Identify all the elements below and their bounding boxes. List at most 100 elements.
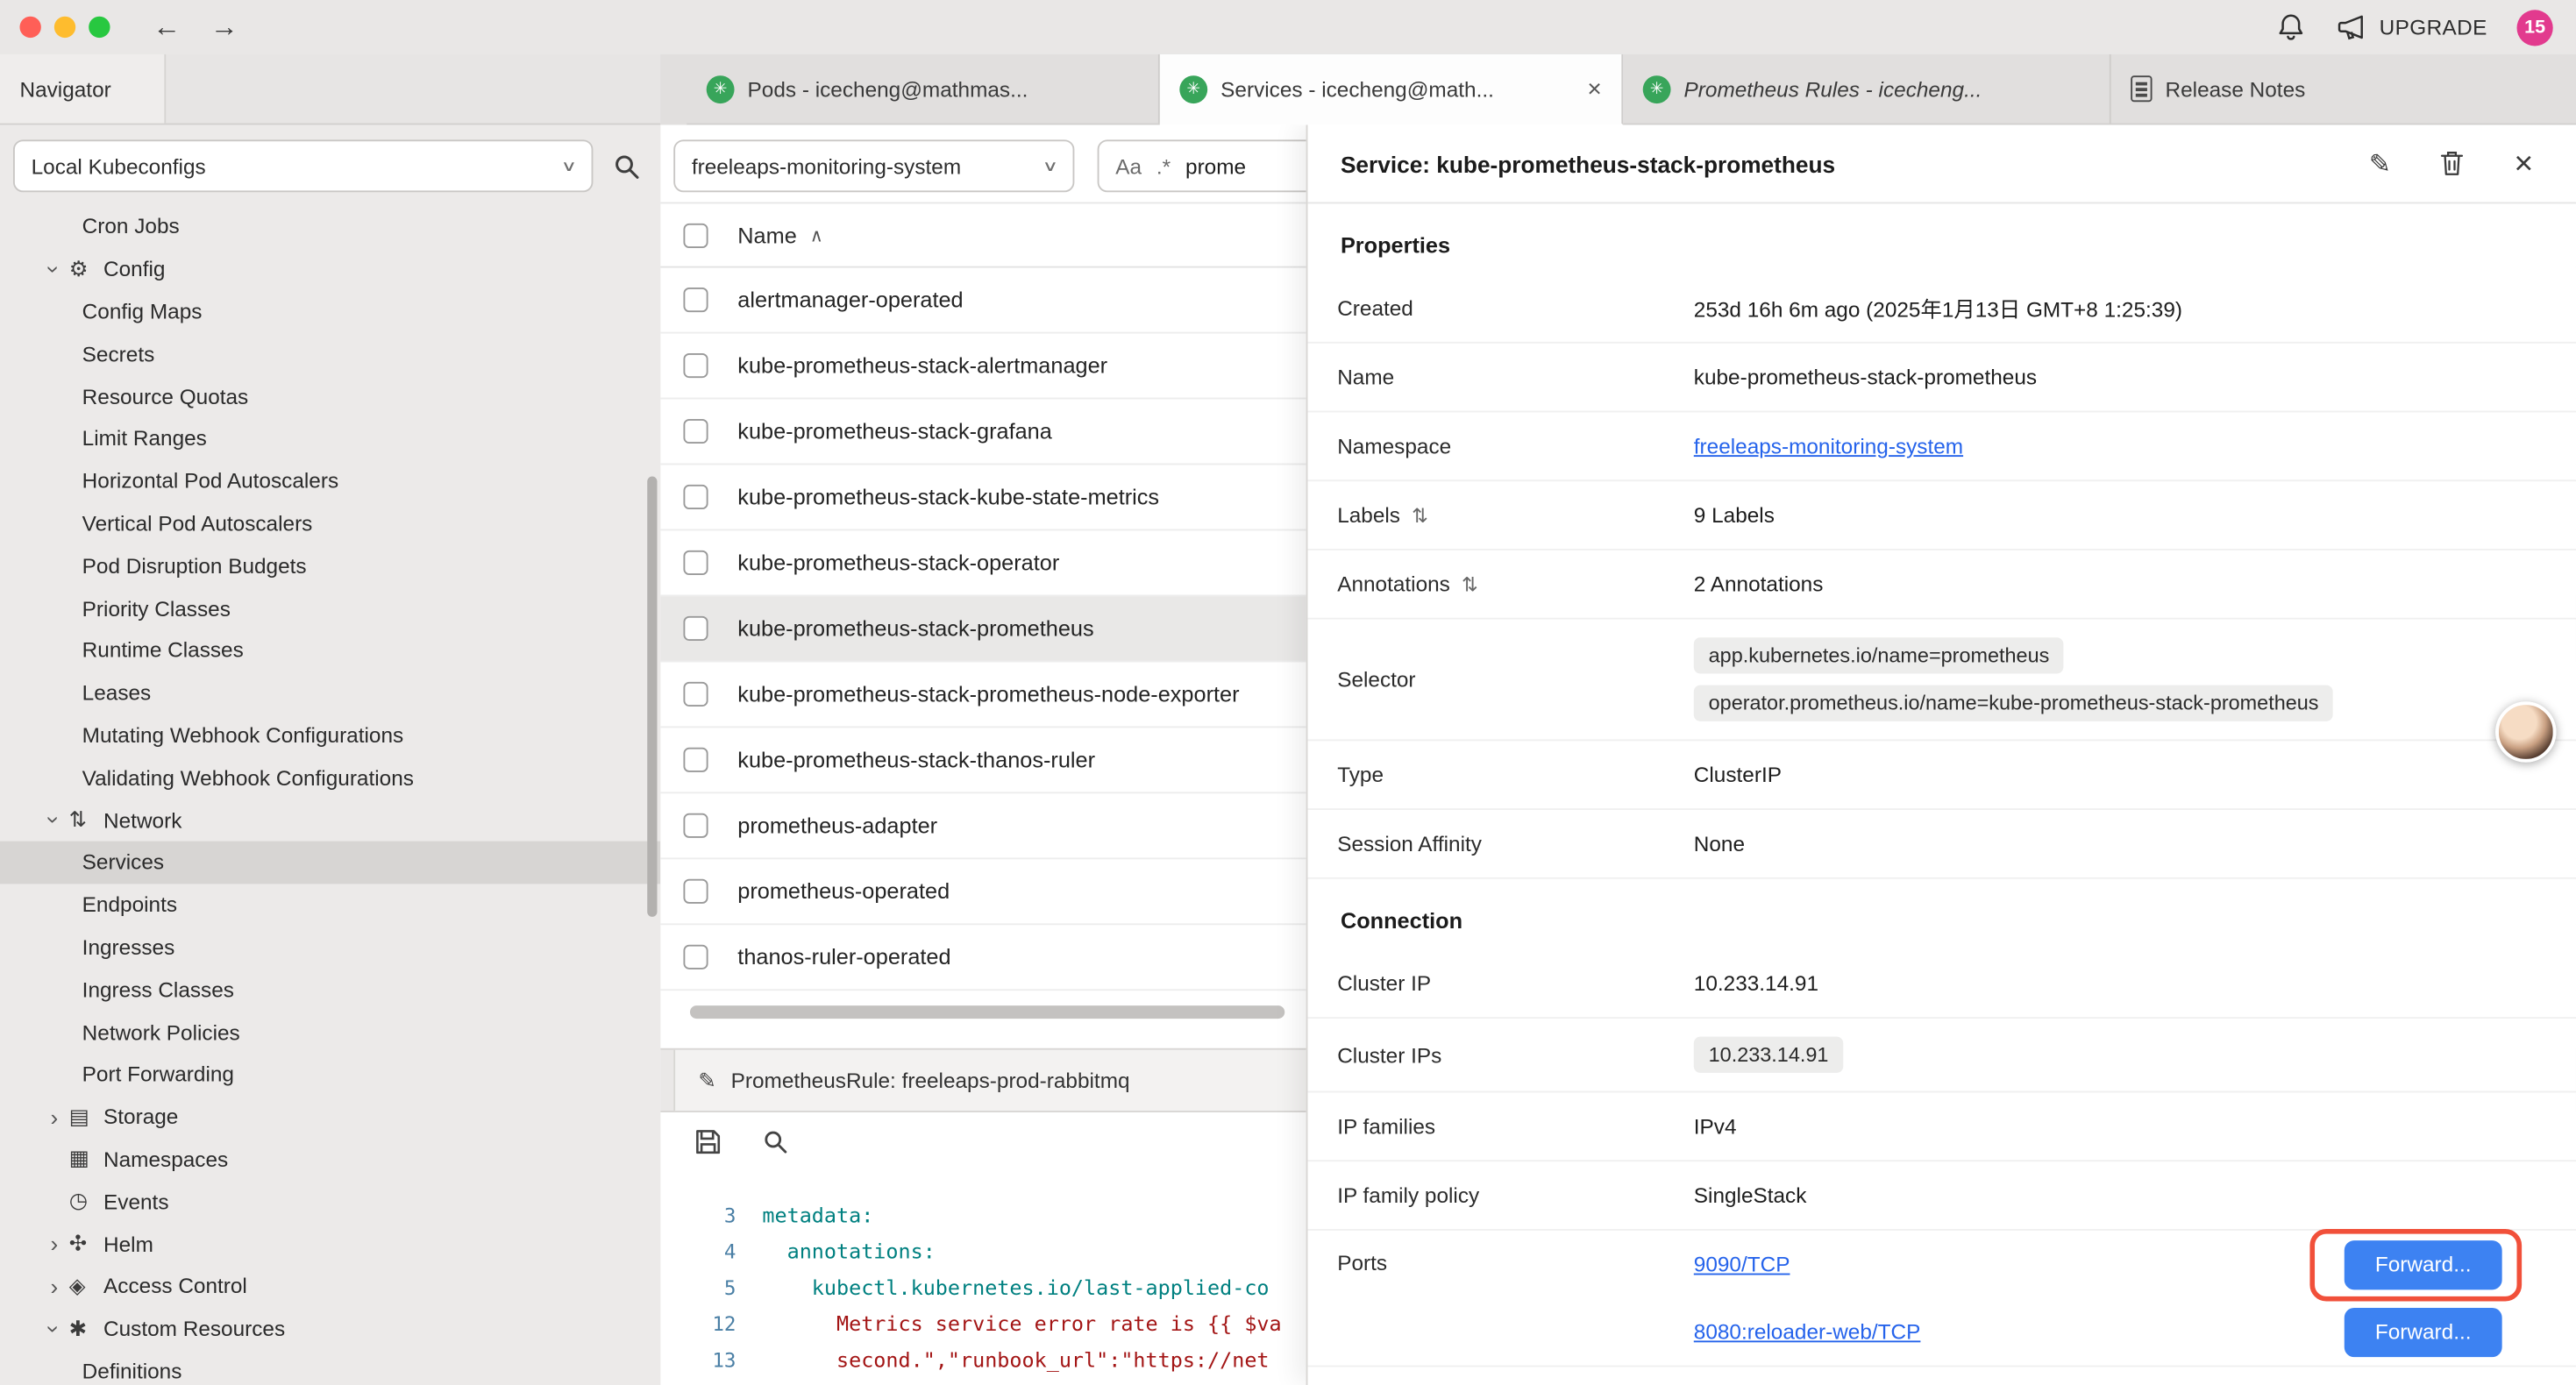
sidebar-item-runtime-classes[interactable]: Runtime Classes bbox=[0, 629, 660, 671]
forward-button[interactable]: Forward... bbox=[2345, 1307, 2502, 1356]
port-link-8080-reloader-web-tcp[interactable]: 8080:reloader-web/TCP bbox=[1694, 1319, 1921, 1344]
resource-name: thanos-ruler-operated bbox=[737, 945, 950, 970]
close-window-button[interactable] bbox=[19, 17, 40, 38]
tab-strip: ✳Pods - icecheng@mathmas...✳Services - i… bbox=[660, 54, 2576, 125]
sidebar-item-definitions[interactable]: Definitions bbox=[0, 1350, 660, 1385]
forward-button[interactable]: Forward... bbox=[2345, 1239, 2502, 1289]
sidebar-item-label: Access Control bbox=[103, 1274, 247, 1298]
chevron-right-icon[interactable]: › bbox=[39, 1273, 69, 1299]
sidebar-top: Local Kubeconfigs ∨ bbox=[0, 124, 660, 202]
code-text: annotations: bbox=[762, 1234, 935, 1270]
sidebar-item-network-policies[interactable]: Network Policies bbox=[0, 1011, 660, 1053]
port-link-9090-tcp[interactable]: 9090/TCP bbox=[1694, 1252, 1790, 1276]
sidebar-item-priority-classes[interactable]: Priority Classes bbox=[0, 586, 660, 629]
namespace-selector-value: freeleaps-monitoring-system bbox=[692, 153, 961, 178]
sidebar-item-namespaces[interactable]: ›▦Namespaces bbox=[0, 1138, 660, 1180]
sidebar-item-ingress-classes[interactable]: Ingress Classes bbox=[0, 969, 660, 1011]
sidebar-item-network[interactable]: ›⇅Network bbox=[0, 799, 660, 841]
expand-toggle-icon[interactable]: ⇅ bbox=[1412, 503, 1428, 526]
row-checkbox[interactable] bbox=[683, 353, 708, 378]
forward-button-nav[interactable]: → bbox=[210, 11, 238, 43]
sidebar-item-limit-ranges[interactable]: Limit Ranges bbox=[0, 417, 660, 459]
kubernetes-icon: ✳ bbox=[1179, 75, 1207, 103]
tab-services-icecheng-math[interactable]: ✳Services - icecheng@math...× bbox=[1160, 54, 1623, 125]
tab-pods-icecheng-mathmas[interactable]: ✳Pods - icecheng@mathmas... bbox=[687, 54, 1160, 125]
row-checkbox[interactable] bbox=[683, 748, 708, 772]
row-checkbox[interactable] bbox=[683, 945, 708, 970]
sidebar-item-config-maps[interactable]: Config Maps bbox=[0, 290, 660, 332]
value-link-freeleaps-monitoring-system[interactable]: freeleaps-monitoring-system bbox=[1694, 434, 1963, 458]
sidebar-item-custom-resources[interactable]: ›✱Custom Resources bbox=[0, 1307, 660, 1349]
sidebar-item-services[interactable]: Services bbox=[0, 842, 660, 884]
minimize-window-button[interactable] bbox=[54, 17, 75, 38]
kubeconfig-selector[interactable]: Local Kubeconfigs ∨ bbox=[13, 139, 593, 192]
sidebar-item-validating-webhook-configurations[interactable]: Validating Webhook Configurations bbox=[0, 756, 660, 799]
chevron-right-icon[interactable]: › bbox=[39, 1104, 69, 1130]
tab-prometheus-rules-icecheng[interactable]: ✳Prometheus Rules - icecheng... bbox=[1623, 54, 2110, 125]
match-case-toggle[interactable]: Aa bbox=[1115, 153, 1142, 178]
sidebar-item-endpoints[interactable]: Endpoints bbox=[0, 884, 660, 926]
editor-tab-prometheusrule-freeleaps-prod-rabbitmq[interactable]: ✎PrometheusRule: freeleaps-prod-rabbitmq bbox=[673, 1050, 1324, 1111]
sidebar-item-ingresses[interactable]: Ingresses bbox=[0, 926, 660, 968]
regex-toggle[interactable]: .* bbox=[1156, 153, 1171, 178]
maximize-window-button[interactable] bbox=[89, 17, 110, 38]
sidebar-item-resource-quotas[interactable]: Resource Quotas bbox=[0, 375, 660, 417]
expand-toggle-icon[interactable]: ⇅ bbox=[1462, 572, 1478, 595]
app-window: ← → UPGRADE 15 Navigator ✳Pods - icechen… bbox=[0, 0, 2576, 1385]
chevron-right-icon[interactable]: › bbox=[39, 1231, 69, 1257]
sidebar-item-cron-jobs[interactable]: Cron Jobs bbox=[0, 205, 660, 247]
sidebar-item-config[interactable]: ›⚙Config bbox=[0, 248, 660, 290]
row-checkbox[interactable] bbox=[683, 288, 708, 312]
sidebar-item-helm[interactable]: ›✣Helm bbox=[0, 1223, 660, 1265]
sidebar-item-vertical-pod-autoscalers[interactable]: Vertical Pod Autoscalers bbox=[0, 502, 660, 544]
user-avatar[interactable] bbox=[2495, 701, 2556, 762]
resource-name: kube-prometheus-stack-thanos-ruler bbox=[737, 748, 1095, 772]
chevron-down-icon[interactable]: › bbox=[41, 805, 68, 835]
sidebar-item-mutating-webhook-configurations[interactable]: Mutating Webhook Configurations bbox=[0, 714, 660, 756]
sidebar-item-label: Events bbox=[103, 1189, 168, 1213]
row-checkbox[interactable] bbox=[683, 485, 708, 509]
tab-release-notes[interactable]: Release Notes bbox=[2111, 54, 2576, 125]
chevron-down-icon[interactable]: › bbox=[41, 254, 68, 284]
sort-ascending-icon[interactable]: ∧ bbox=[810, 224, 823, 245]
tab-navigator[interactable]: Navigator bbox=[0, 54, 166, 124]
sidebar-item-label: Network Policies bbox=[82, 1019, 240, 1044]
row-checkbox[interactable] bbox=[683, 616, 708, 641]
navigator-tab-label: Navigator bbox=[19, 76, 110, 101]
editor-search-icon[interactable] bbox=[762, 1129, 788, 1155]
namespace-selector[interactable]: freeleaps-monitoring-system ∨ bbox=[673, 139, 1074, 192]
close-icon[interactable]: × bbox=[1574, 75, 1601, 103]
sidebar-item-leases[interactable]: Leases bbox=[0, 671, 660, 714]
notification-count-badge[interactable]: 15 bbox=[2517, 9, 2553, 45]
property-label: Namespace bbox=[1337, 434, 1451, 458]
chevron-down-icon[interactable]: › bbox=[41, 1314, 68, 1344]
scrollbar-thumb[interactable] bbox=[690, 1005, 1284, 1019]
column-header-name[interactable]: Name bbox=[737, 223, 796, 247]
row-checkbox[interactable] bbox=[683, 550, 708, 575]
notifications-bell-icon[interactable] bbox=[2276, 11, 2308, 43]
helm-icon: ✣ bbox=[69, 1231, 103, 1257]
upgrade-button[interactable]: UPGRADE bbox=[2337, 13, 2487, 41]
sidebar-item-horizontal-pod-autoscalers[interactable]: Horizontal Pod Autoscalers bbox=[0, 459, 660, 501]
resource-name: kube-prometheus-stack-grafana bbox=[737, 419, 1052, 444]
sidebar-scrollbar[interactable] bbox=[647, 477, 657, 917]
sidebar-item-secrets[interactable]: Secrets bbox=[0, 332, 660, 374]
sidebar-item-pod-disruption-budgets[interactable]: Pod Disruption Budgets bbox=[0, 544, 660, 586]
back-button[interactable]: ← bbox=[153, 11, 181, 43]
property-label: Labels bbox=[1337, 503, 1400, 528]
sidebar-search-icon[interactable] bbox=[613, 152, 641, 180]
gear-icon: ⚙ bbox=[69, 256, 103, 282]
row-checkbox[interactable] bbox=[683, 813, 708, 838]
trash-icon[interactable] bbox=[2440, 150, 2465, 178]
sidebar-item-events[interactable]: ›◷Events bbox=[0, 1180, 660, 1222]
edit-pencil-icon[interactable]: ✎ bbox=[2369, 147, 2391, 180]
row-checkbox[interactable] bbox=[683, 682, 708, 707]
row-checkbox[interactable] bbox=[683, 879, 708, 904]
save-icon[interactable] bbox=[694, 1127, 723, 1157]
close-icon[interactable]: × bbox=[2514, 147, 2533, 180]
sidebar-item-access-control[interactable]: ›◈Access Control bbox=[0, 1265, 660, 1307]
sidebar-item-port-forwarding[interactable]: Port Forwarding bbox=[0, 1053, 660, 1095]
row-checkbox[interactable] bbox=[683, 419, 708, 444]
select-all-checkbox[interactable] bbox=[683, 223, 708, 247]
sidebar-item-storage[interactable]: ›▤Storage bbox=[0, 1096, 660, 1138]
